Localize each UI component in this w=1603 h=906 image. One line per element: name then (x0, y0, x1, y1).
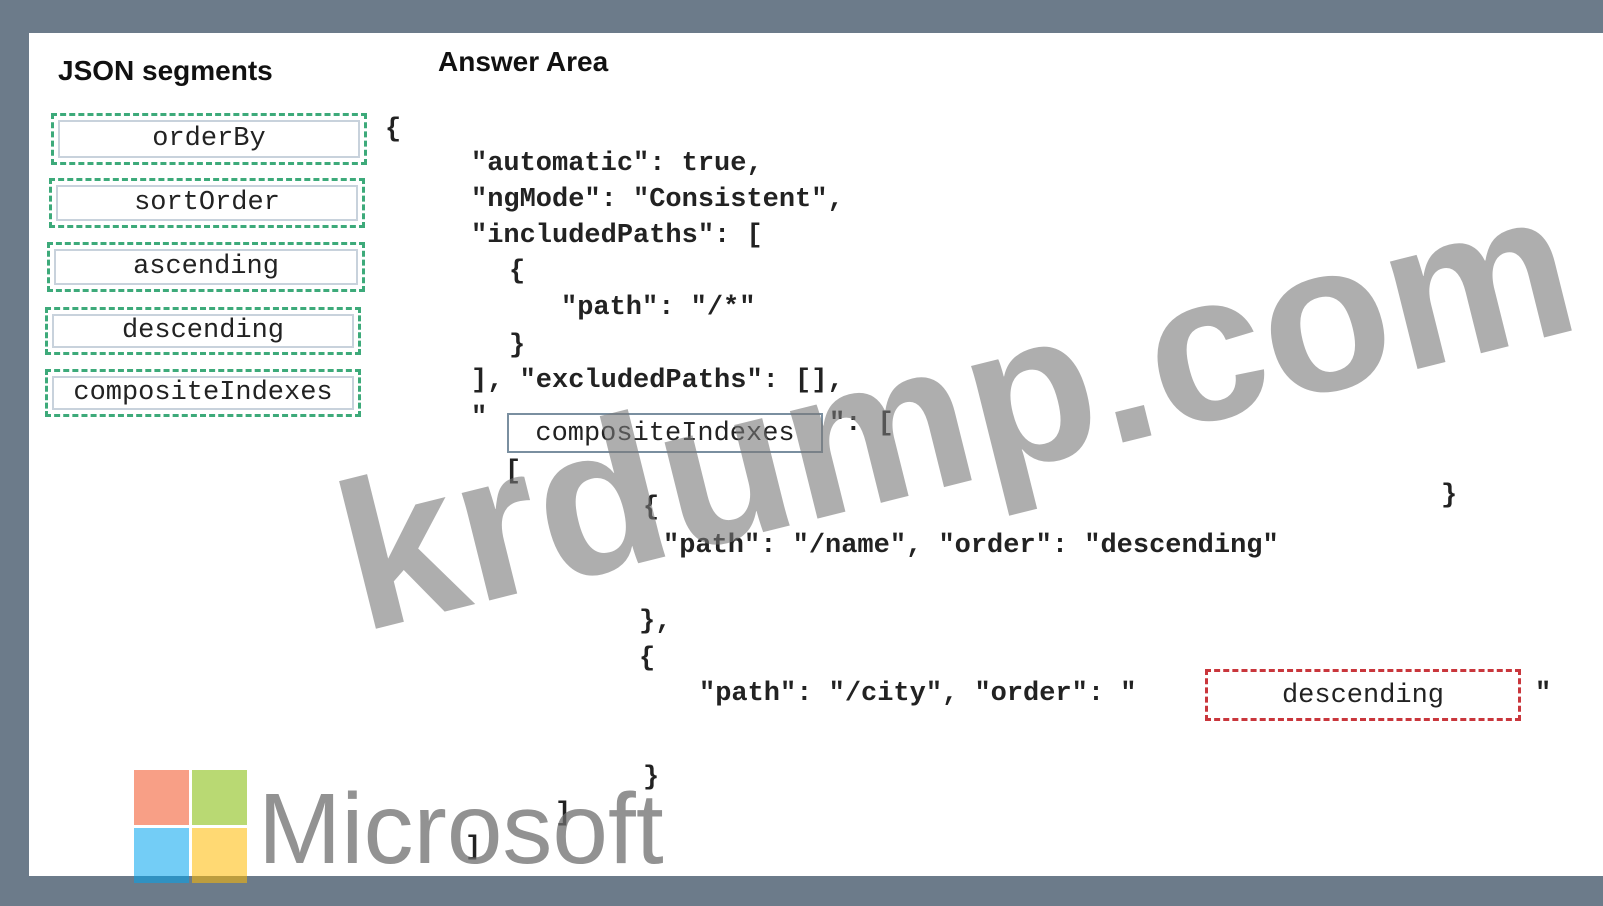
logo-square-green (192, 770, 247, 825)
code-line: { (639, 644, 656, 674)
segment-ascending[interactable]: ascending (47, 242, 365, 292)
segment-descending[interactable]: descending (45, 307, 361, 355)
code-line: ], "excludedPaths": [], (471, 366, 844, 396)
code-line: } (509, 331, 526, 361)
code-line: "automatic": true, (471, 149, 763, 179)
code-line: "path": "/name", "order": "descending" (663, 531, 1279, 561)
logo-square-red (134, 770, 189, 825)
code-line: "includedPaths": [ (471, 221, 763, 251)
microsoft-logo-text: Microsoft (258, 773, 664, 885)
segment-sortorder[interactable]: sortOrder (49, 178, 365, 228)
code-quote: " (1535, 679, 1552, 709)
segment-compositeindexes[interactable]: compositeIndexes (45, 369, 361, 417)
answer-slot-property[interactable]: compositeIndexes (507, 413, 823, 453)
logo-square-yellow (192, 828, 247, 883)
code-line: "path": "/city", "order": " (699, 679, 1137, 709)
code-open-brace: { (385, 115, 402, 145)
microsoft-logo-icon (134, 770, 254, 890)
code-line: ": [ (829, 409, 894, 439)
code-line: { (643, 493, 660, 523)
answer-slot-order[interactable]: descending (1205, 669, 1521, 721)
segment-orderby[interactable]: orderBy (51, 113, 367, 165)
json-segments-heading: JSON segments (58, 55, 273, 86)
code-line: [ (505, 457, 522, 487)
code-line: "path": "/*" (561, 293, 756, 323)
drag-drop-question-panel: JSON segments Answer Area orderBy sortOr… (29, 33, 1603, 876)
answer-area-heading: Answer Area (438, 46, 609, 77)
code-far-brace: } (1441, 481, 1458, 511)
code-quote: " (471, 403, 488, 433)
code-line: { (509, 257, 526, 287)
code-line: }, (639, 607, 672, 637)
logo-square-blue (134, 828, 189, 883)
code-line: "ngMode": "Consistent", (471, 185, 844, 215)
